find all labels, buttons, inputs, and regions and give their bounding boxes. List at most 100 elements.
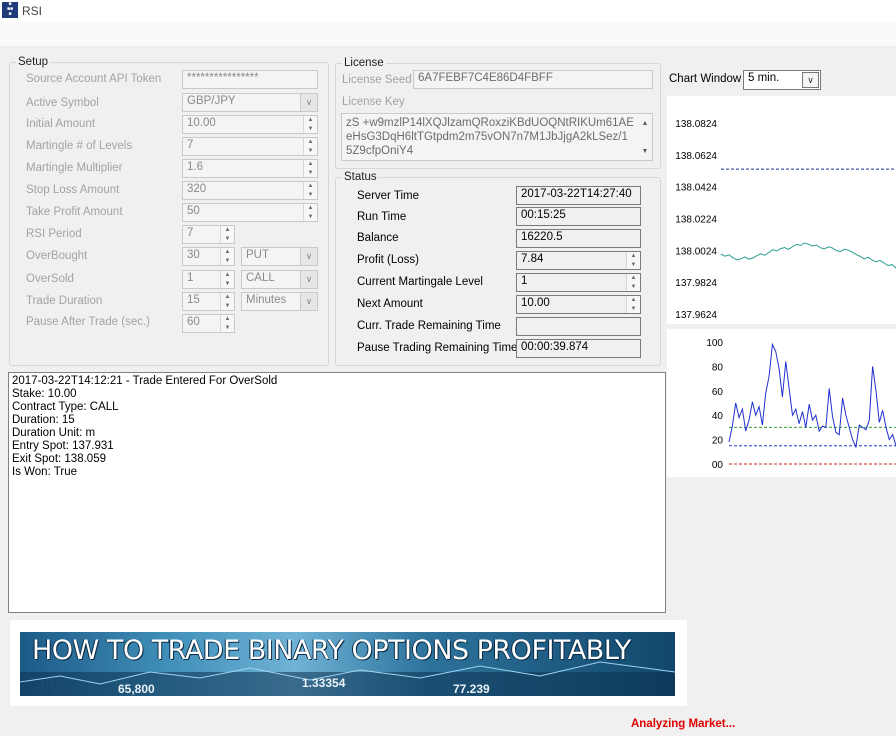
log-line: Entry Spot: 137.931: [12, 440, 114, 452]
license-legend: License: [344, 57, 384, 69]
y-tick-label: 80: [712, 362, 724, 373]
y-tick-label: 137.9624: [675, 310, 717, 321]
spin-buttons[interactable]: ▲ ▼: [303, 204, 317, 221]
spin-buttons[interactable]: ▲ ▼: [220, 293, 234, 310]
api-token-field[interactable]: ****************: [182, 70, 318, 89]
license-key-value: zS +w9mzlP14lXQJlzamQRoxziKBdUOQNtRIKUm6…: [346, 117, 634, 157]
active-symbol-select[interactable]: GBP/JPY ∨: [182, 93, 318, 112]
toolbar-strip: [0, 22, 896, 47]
spin-buttons[interactable]: ▲ ▼: [220, 271, 234, 288]
y-tick-label: 138.0424: [675, 183, 717, 194]
rsi-chart-panel: 100 80 60 40 20 00: [667, 329, 896, 477]
spin-buttons[interactable]: ▲ ▼: [303, 160, 317, 177]
spin-buttons[interactable]: ▲ ▼: [220, 226, 234, 243]
spin-buttons[interactable]: ▲ ▼: [303, 116, 317, 133]
run-time-field: 00:15:25: [516, 207, 641, 226]
next-amount-stepper[interactable]: 10.00 ▲ ▼: [516, 295, 641, 314]
martingale-levels-value: 7: [187, 139, 194, 151]
y-tick-label: 138.0224: [675, 215, 717, 226]
banner-headline: HOW TO TRADE BINARY OPTIONS PROFITABLY: [32, 635, 631, 666]
chart-window-select[interactable]: 5 min. ∨: [743, 70, 821, 90]
license-key-scrollbar[interactable]: ▲ ▼: [638, 114, 652, 160]
oversold-contract-select[interactable]: CALL ∨: [241, 270, 318, 289]
take-profit-value: 50: [187, 205, 200, 217]
stop-loss-stepper[interactable]: 320 ▲ ▼: [182, 181, 318, 200]
martingale-multiplier-stepper[interactable]: 1.6 ▲ ▼: [182, 159, 318, 178]
y-tick-label: 138.0024: [675, 246, 717, 257]
take-profit-label: Take Profit Amount: [26, 206, 123, 218]
scroll-up-icon[interactable]: ▲: [638, 114, 652, 131]
profit-loss-stepper[interactable]: 7.84 ▲ ▼: [516, 251, 641, 270]
martingale-level-value: 1: [521, 275, 528, 287]
chevron-down-icon[interactable]: ∨: [802, 72, 819, 88]
spin-buttons[interactable]: ▲ ▼: [303, 182, 317, 199]
martingale-levels-label: Martingle # of Levels: [26, 140, 133, 152]
ad-banner[interactable]: 002 HOW TO TRADE BINARY OPTIONS PROFITAB…: [10, 620, 687, 706]
y-tick-label: 00: [712, 460, 724, 471]
spin-buttons[interactable]: ▲ ▼: [626, 296, 640, 313]
license-key-textarea[interactable]: zS +w9mzlP14lXQJlzamQRoxziKBdUOQNtRIKUm6…: [341, 113, 653, 161]
balance-label: Balance: [357, 232, 399, 244]
oversold-stepper[interactable]: 1 ▲ ▼: [182, 270, 235, 289]
server-time-label: Server Time: [357, 190, 419, 202]
trade-remaining-field: [516, 317, 641, 336]
scroll-down-icon[interactable]: ▼: [638, 131, 652, 159]
profit-loss-label: Profit (Loss): [357, 254, 419, 266]
log-line: 2017-03-22T14:12:21 - Trade Entered For …: [12, 375, 278, 387]
martingale-multiplier-label: Martingle Multiplier: [26, 162, 123, 174]
window-title: RSI: [22, 4, 43, 18]
license-seed-label: License Seed: [342, 74, 412, 86]
chevron-down-icon[interactable]: ∨: [300, 293, 317, 310]
spin-buttons[interactable]: ▲ ▼: [626, 274, 640, 291]
y-tick-label: 137.9824: [675, 278, 717, 289]
spin-buttons[interactable]: ▲ ▼: [626, 252, 640, 269]
profit-loss-value: 7.84: [521, 253, 544, 265]
y-tick-label: 100: [706, 338, 723, 349]
y-tick-label: 40: [712, 411, 724, 422]
banner-image[interactable]: 002 HOW TO TRADE BINARY OPTIONS PROFITAB…: [20, 632, 675, 696]
license-seed-field[interactable]: 6A7FEBF7C4E86D4FBFF: [413, 70, 653, 89]
y-tick-label: 138.0624: [675, 151, 717, 162]
svg-text:002: 002: [40, 678, 69, 694]
trade-log[interactable]: 2017-03-22T14:12:21 - Trade Entered For …: [8, 372, 666, 613]
title-bar: [0, 0, 896, 22]
log-line: Is Won: True: [12, 466, 77, 478]
spin-buttons[interactable]: ▲ ▼: [303, 138, 317, 155]
server-time-field: 2017-03-22T14:27:40: [516, 186, 641, 205]
initial-amount-stepper[interactable]: 10.00 ▲ ▼: [182, 115, 318, 134]
log-line: Duration: 15: [12, 414, 75, 426]
chart-window-value: 5 min.: [748, 72, 780, 84]
api-token-label: Source Account API Token: [26, 73, 162, 85]
spin-buttons[interactable]: ▲ ▼: [220, 315, 234, 332]
overbought-contract-select[interactable]: PUT ∨: [241, 247, 318, 266]
duration-unit-select[interactable]: Minutes ∨: [241, 292, 318, 311]
spin-buttons[interactable]: ▲ ▼: [220, 248, 234, 265]
rsi-period-stepper[interactable]: 7 ▲ ▼: [182, 225, 235, 244]
series-line: [720, 242, 896, 269]
trade-duration-value: 15: [187, 294, 200, 306]
balance-field: 16220.5: [516, 229, 641, 248]
chevron-down-icon[interactable]: ∨: [300, 248, 317, 265]
oversold-contract-value: CALL: [246, 272, 275, 284]
oversold-value: 1: [187, 272, 194, 284]
overbought-stepper[interactable]: 30 ▲ ▼: [182, 247, 235, 266]
overbought-value: 30: [187, 249, 200, 261]
rsi-period-label: RSI Period: [26, 228, 82, 240]
chevron-down-icon[interactable]: ∨: [300, 94, 317, 111]
series-line: [728, 342, 896, 449]
trade-remaining-label: Curr. Trade Remaining Time: [357, 320, 501, 332]
run-time-label: Run Time: [357, 211, 407, 223]
pause-after-trade-stepper[interactable]: 60 ▲ ▼: [182, 314, 235, 333]
take-profit-stepper[interactable]: 50 ▲ ▼: [182, 203, 318, 222]
rsi-period-value: 7: [187, 227, 194, 239]
next-amount-value: 10.00: [521, 297, 550, 309]
log-line: Contract Type: CALL: [12, 401, 119, 413]
chevron-down-icon[interactable]: ∨: [300, 271, 317, 288]
martingale-levels-stepper[interactable]: 7 ▲ ▼: [182, 137, 318, 156]
overbought-contract-value: PUT: [246, 249, 269, 261]
pause-after-trade-value: 60: [187, 316, 200, 328]
status-legend: Status: [344, 171, 377, 183]
martingale-level-stepper[interactable]: 1 ▲ ▼: [516, 273, 641, 292]
trade-duration-stepper[interactable]: 15 ▲ ▼: [182, 292, 235, 311]
next-amount-label: Next Amount: [357, 298, 423, 310]
